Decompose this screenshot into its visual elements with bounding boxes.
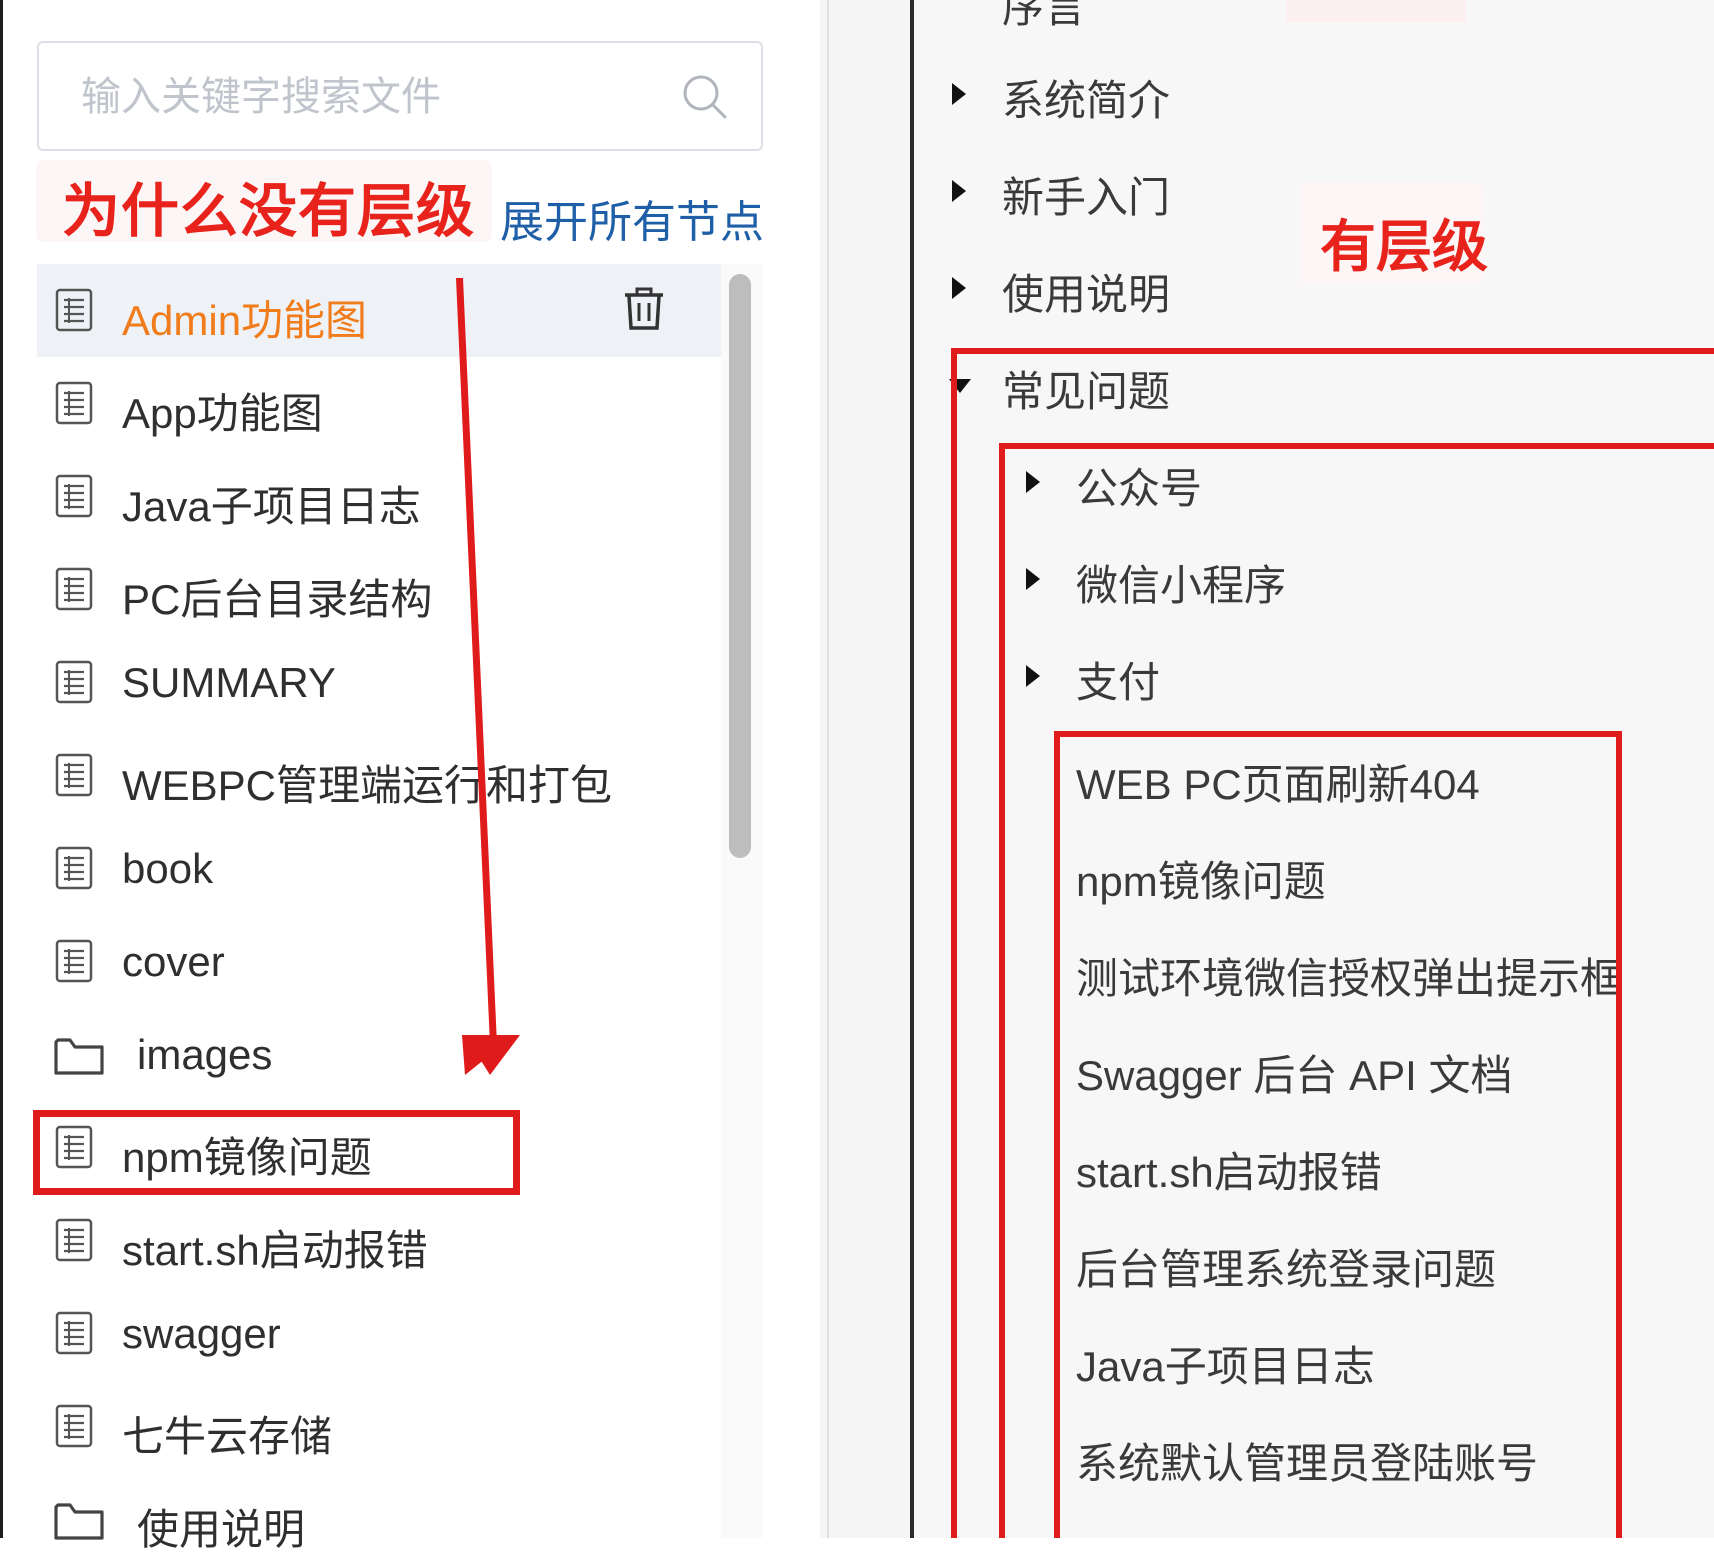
caret-right-icon[interactable] <box>952 277 966 299</box>
file-item-label: book <box>122 845 214 892</box>
file-list: Admin功能图 App功能图 Java子项目日志 PC后台目录结构 SUMMARY WE… <box>37 264 721 1553</box>
document-icon <box>55 1311 93 1355</box>
folder-item[interactable]: images <box>37 1008 721 1101</box>
annotation-box-level3 <box>1054 731 1622 1538</box>
file-browser-panel: 为什么没有层级 展开所有节点 Admin功能图 App功能图 Java子项目日志 PC… <box>0 0 820 1553</box>
annotation-question: 为什么没有层级 <box>36 160 492 244</box>
document-icon <box>55 660 93 704</box>
document-icon <box>55 1218 93 1262</box>
folder-item[interactable]: 使用说明 <box>37 1473 721 1566</box>
document-icon <box>55 288 93 332</box>
file-item[interactable]: SUMMARY <box>37 636 721 729</box>
annotation-highlight-box <box>33 1110 520 1195</box>
scrollbar-thumb[interactable] <box>729 274 751 858</box>
file-item[interactable]: PC后台目录结构 <box>37 543 721 636</box>
file-item[interactable]: 七牛云存储 <box>37 1380 721 1473</box>
document-icon <box>55 474 93 518</box>
file-item[interactable]: WEBPC管理端运行和打包 <box>37 729 721 822</box>
file-item-label: swagger <box>122 1310 281 1357</box>
document-icon <box>55 381 93 425</box>
toc-item-partial[interactable]: 序言 <box>1002 0 1086 35</box>
folder-icon <box>53 1036 105 1076</box>
annotation-has-level: 有层级 <box>1298 182 1488 286</box>
folder-icon <box>53 1501 105 1541</box>
file-item[interactable]: swagger <box>37 1287 721 1380</box>
caret-right-icon[interactable] <box>952 180 966 202</box>
expand-all-link[interactable]: 展开所有节点 <box>500 186 764 250</box>
file-item[interactable]: Admin功能图 <box>37 264 721 357</box>
file-item[interactable]: cover <box>37 915 721 1008</box>
toc-item[interactable]: 使用说明 <box>1002 261 1170 322</box>
file-item-label: App功能图 <box>122 390 323 437</box>
caret-right-icon[interactable] <box>952 83 966 105</box>
divider-line <box>827 0 829 1538</box>
document-icon <box>55 567 93 611</box>
search-input[interactable] <box>79 69 643 125</box>
file-item[interactable]: start.sh启动报错 <box>37 1194 721 1287</box>
trash-icon[interactable] <box>622 286 666 332</box>
file-item[interactable]: book <box>37 822 721 915</box>
file-item-label: Admin功能图 <box>122 297 368 344</box>
file-item-label: PC后台目录结构 <box>122 576 433 623</box>
search-icon[interactable] <box>679 71 731 123</box>
toc-item[interactable]: 新手入门 <box>1002 164 1170 225</box>
file-list-scrollbar[interactable] <box>721 264 763 1538</box>
file-item-label: start.sh启动报错 <box>122 1227 428 1274</box>
file-item[interactable]: Java子项目日志 <box>37 450 721 543</box>
file-item-label: images <box>137 1031 273 1078</box>
panel-divider <box>820 0 914 1538</box>
file-item-label: 七牛云存储 <box>122 1413 333 1460</box>
file-item-label: 使用说明 <box>137 1506 306 1553</box>
window-edge <box>0 0 3 1538</box>
file-item-label: SUMMARY <box>122 659 336 706</box>
toc-item[interactable]: 系统简介 <box>1002 67 1170 128</box>
document-icon <box>55 939 93 983</box>
annotation-has-level-text: 有层级 <box>1320 215 1488 278</box>
document-icon <box>55 1404 93 1448</box>
file-item-label: WEBPC管理端运行和打包 <box>122 762 613 809</box>
toc-panel: 序言 系统简介 新手入门 使用说明 常见问题 公众号 微信小程序 支付 WEB PC页面刷新4… <box>914 0 1714 1538</box>
annotation-fragment <box>1286 0 1466 22</box>
document-icon <box>55 753 93 797</box>
search-box[interactable] <box>37 41 763 151</box>
file-item-label: cover <box>122 938 225 985</box>
file-item[interactable]: App功能图 <box>37 357 721 450</box>
file-item-label: Java子项目日志 <box>122 483 421 530</box>
annotation-question-text: 为什么没有层级 <box>62 179 476 244</box>
document-icon <box>55 846 93 890</box>
